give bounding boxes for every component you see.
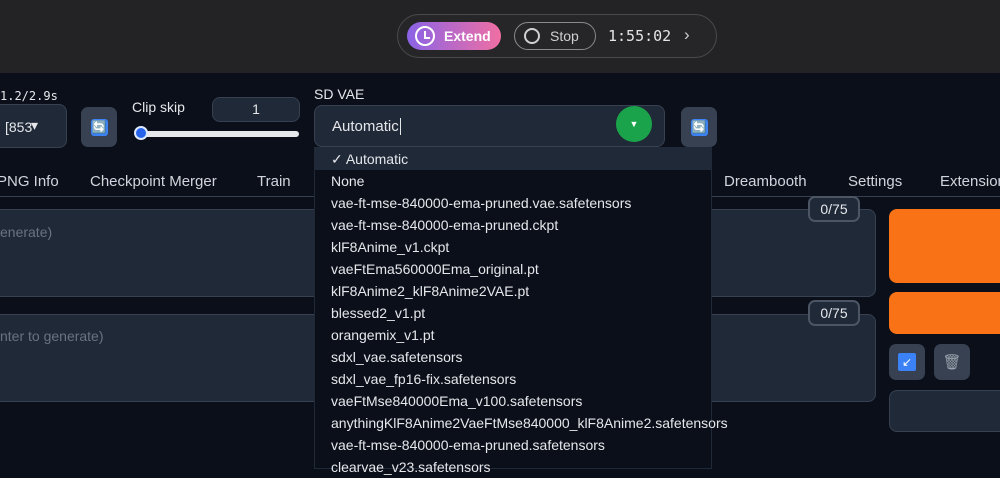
- vae-option[interactable]: vaeFtMse840000Ema_v100.safetensors: [315, 390, 711, 412]
- vae-option[interactable]: blessed2_v1.pt: [315, 302, 711, 324]
- extend-button[interactable]: Extend: [407, 22, 501, 50]
- refresh-icon: 🔄: [90, 118, 108, 136]
- secondary-orange-button[interactable]: [889, 292, 1000, 334]
- sd-vae-select[interactable]: Automatic: [314, 105, 665, 147]
- vae-option[interactable]: vae-ft-mse-840000-ema-pruned.safetensors: [315, 434, 711, 456]
- positive-prompt-placeholder: enerate): [0, 224, 53, 240]
- clip-skip-slider-thumb[interactable]: [134, 126, 148, 140]
- stop-label: Stop: [550, 28, 579, 44]
- vae-option[interactable]: vaeFtEma560000Ema_original.pt: [315, 258, 711, 280]
- vae-option[interactable]: vae-ft-mse-840000-ema-pruned.ckpt: [315, 214, 711, 236]
- arrow-down-left-icon: ↙: [898, 353, 916, 371]
- vae-option[interactable]: klF8Anime_v1.ckpt: [315, 236, 711, 258]
- styles-select[interactable]: [889, 390, 1000, 432]
- recorder-controls: Extend Stop 1:55:02 ›: [397, 14, 717, 58]
- sd-vae-label: SD VAE: [314, 86, 365, 102]
- vae-option[interactable]: klF8Anime2_klF8Anime2VAE.pt: [315, 280, 711, 302]
- clear-prompt-button[interactable]: 🗑: [934, 344, 970, 380]
- chevron-down-icon: ▾: [31, 117, 39, 133]
- tab-train[interactable]: Train: [257, 173, 291, 190]
- chevron-right-icon[interactable]: ›: [684, 25, 690, 45]
- sd-vae-value: Automatic: [332, 118, 399, 135]
- vae-option[interactable]: sdxl_vae.safetensors: [315, 346, 711, 368]
- negative-prompt-placeholder: nter to generate): [0, 328, 104, 344]
- stop-circle-icon: [524, 28, 540, 44]
- refresh-icon: 🔄: [690, 118, 708, 136]
- extend-label: Extend: [444, 28, 491, 44]
- vae-option[interactable]: clearvae_v23.safetensors: [315, 456, 711, 478]
- clip-skip-slider-track[interactable]: [142, 131, 299, 137]
- clock-icon: [415, 26, 435, 46]
- vae-option[interactable]: anythingKlF8Anime2VaeFtMse840000_klF8Ani…: [315, 412, 728, 434]
- clip-skip-label: Clip skip: [132, 99, 185, 115]
- generation-speed: 1.2/2.9s: [0, 89, 58, 103]
- positive-token-counter: 0/75: [808, 196, 860, 222]
- vae-option[interactable]: ✓ Automatic: [315, 148, 711, 170]
- tab-dreambooth[interactable]: Dreambooth: [724, 173, 807, 190]
- generate-button[interactable]: [889, 209, 1000, 283]
- refresh-checkpoint-button[interactable]: 🔄: [81, 107, 117, 147]
- negative-token-counter: 0/75: [808, 300, 860, 326]
- clip-skip-number-input[interactable]: 1: [212, 97, 300, 122]
- trash-icon: 🗑: [942, 354, 962, 371]
- vae-option[interactable]: vae-ft-mse-840000-ema-pruned.vae.safeten…: [315, 192, 711, 214]
- vae-option[interactable]: None: [315, 170, 711, 192]
- tab-settings[interactable]: Settings: [848, 173, 902, 190]
- sd-vae-options-list: ✓ Automatic None vae-ft-mse-840000-ema-p…: [314, 147, 728, 475]
- checkpoint-select[interactable]: [853 ▾: [0, 104, 67, 148]
- tab-checkpoint-merger[interactable]: Checkpoint Merger: [90, 173, 217, 190]
- vae-option[interactable]: orangemix_v1.pt: [315, 324, 711, 346]
- recording-timer: 1:55:02: [608, 27, 672, 45]
- refresh-vae-button[interactable]: 🔄: [681, 107, 717, 147]
- checkpoint-value: [853: [5, 119, 33, 135]
- apply-style-button[interactable]: ↙: [889, 344, 925, 380]
- tab-extensions[interactable]: Extensions: [940, 173, 1000, 190]
- vae-option[interactable]: sdxl_vae_fp16-fix.safetensors: [315, 368, 711, 390]
- dropdown-arrow-icon[interactable]: ▼: [616, 106, 652, 142]
- screen-recorder-bar: Extend Stop 1:55:02 ›: [0, 0, 1000, 73]
- stop-button[interactable]: Stop: [514, 22, 596, 50]
- tab-png-info[interactable]: PNG Info: [0, 173, 59, 190]
